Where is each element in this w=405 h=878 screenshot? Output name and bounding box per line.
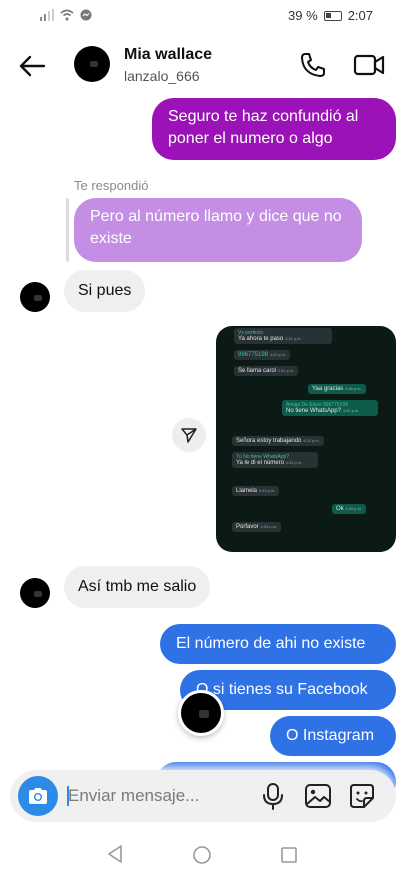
nav-back-icon[interactable] <box>106 844 126 864</box>
shot-bubble: Llamela 4:33 p.m. <box>232 486 280 496</box>
message-input[interactable] <box>68 784 238 808</box>
message-text: O si tienes su Facebook <box>196 681 368 698</box>
system-nav-bar <box>0 836 405 878</box>
battery-icon <box>323 10 342 21</box>
message-composer <box>10 770 396 822</box>
reply-label: Te respondió <box>74 178 149 193</box>
message-text: Si pues <box>78 282 132 299</box>
message-received[interactable]: Así tmb me salio <box>64 566 211 608</box>
shot-bubble: Señora estoy trabajando 4:32 p.m. <box>232 436 324 446</box>
reply-indicator <box>66 198 69 262</box>
status-bar: 39 % 2:07 <box>0 0 405 32</box>
nav-home-icon[interactable] <box>192 845 212 865</box>
sticker-icon[interactable] <box>348 782 376 810</box>
camera-icon <box>29 788 47 804</box>
contact-avatar[interactable] <box>74 46 110 82</box>
camera-button[interactable] <box>18 776 58 816</box>
message-text: Así tmb me salio <box>78 578 197 595</box>
message-replied[interactable]: Pero al número llamo y dice que no exist… <box>74 198 362 262</box>
send-icon <box>181 428 197 443</box>
status-icons <box>40 9 92 21</box>
message-sent[interactable]: O Instagram <box>270 716 396 756</box>
message-text: El número de ahi no existe <box>176 635 366 652</box>
nav-recent-apps-icon[interactable] <box>280 846 298 864</box>
phone-call-icon[interactable] <box>298 50 328 80</box>
seen-avatar <box>178 690 224 736</box>
clock: 2:07 <box>347 8 373 23</box>
contact-username[interactable]: lanzalo_666 <box>124 68 200 84</box>
shot-bubble: Yaa gracias 4:36 p.m. <box>308 384 366 394</box>
message-sent[interactable]: Seguro te haz confundió al poner el nume… <box>152 98 396 160</box>
message-text: O Instagram <box>286 727 375 744</box>
sender-avatar[interactable] <box>20 578 50 608</box>
shot-bubble: Vs perfecto Ya ahora te paso 4:31 p.m. <box>234 328 332 344</box>
sender-avatar[interactable] <box>20 282 50 312</box>
contact-name[interactable]: Mia wallace <box>124 46 212 64</box>
battery-percent: 39 % <box>288 8 318 23</box>
chat-header: Mia wallace lanzalo_666 <box>0 38 405 94</box>
gallery-icon[interactable] <box>304 783 332 809</box>
message-text: Seguro te haz confundió al poner el nume… <box>168 108 359 147</box>
share-button[interactable] <box>172 418 206 452</box>
shot-bubble: Amiga De Ekiso 996775198 No tiene WhatsAp… <box>282 400 378 416</box>
message-received[interactable]: Si pues <box>64 270 146 312</box>
microphone-icon[interactable] <box>260 782 286 810</box>
back-arrow-icon[interactable] <box>16 50 48 82</box>
shot-bubble: Se llama carol 4:31 p.m. <box>234 366 299 376</box>
signal-icon <box>40 9 54 21</box>
shot-bubble: 996775198 4:29 p.m. <box>234 350 291 360</box>
messenger-icon <box>80 9 92 21</box>
message-sent[interactable]: El número de ahi no existe <box>160 624 396 664</box>
shot-bubble: Porfavor 4:33 p.m. <box>232 522 282 532</box>
status-right: 39 % 2:07 <box>288 8 373 23</box>
message-text: Pero al número llamo y dice que no exist… <box>90 208 342 247</box>
shared-screenshot[interactable]: Vs perfecto Ya ahora te paso 4:31 p.m. 99… <box>216 326 396 552</box>
shot-bubble: Ok 4:33 p.m. <box>332 504 367 514</box>
wifi-icon <box>60 9 74 21</box>
video-call-icon[interactable] <box>352 50 386 80</box>
shot-bubble: Tú No tiene WhatsApp? Ya le di el número … <box>232 452 318 468</box>
